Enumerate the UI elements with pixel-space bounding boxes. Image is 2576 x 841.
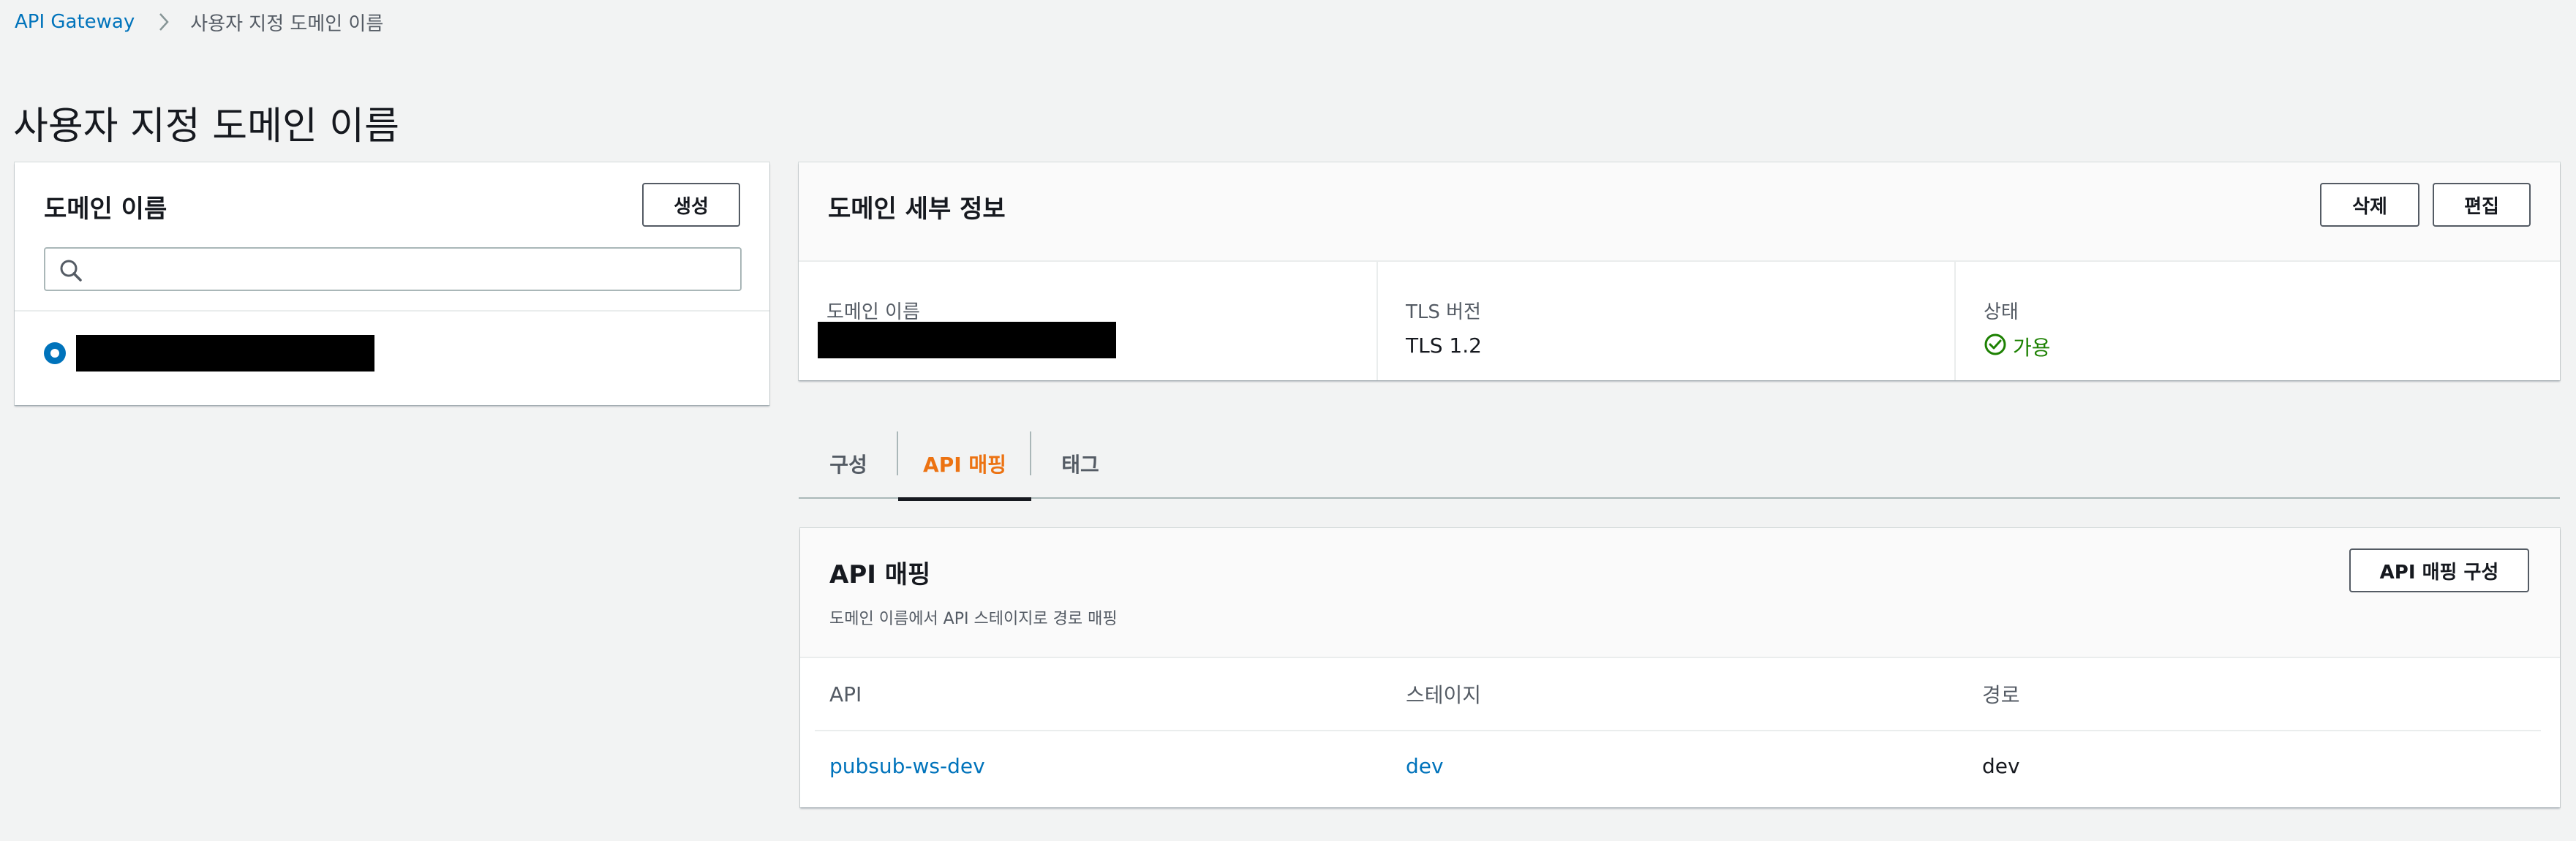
breadcrumb-link-api-gateway[interactable]: API Gateway [15, 11, 135, 33]
radio-dot [50, 349, 59, 358]
redacted-domain-name[interactable] [76, 335, 374, 372]
redacted-domain-value [818, 322, 1116, 358]
breadcrumb: API Gateway 사용자 지정 도메인 이름 [15, 7, 383, 37]
domain-list-panel: 도메인 이름 생성 [15, 162, 769, 405]
api-mapping-panel: API 매핑 도메인 이름에서 API 스테이지로 경로 매핑 API 매핑 구… [800, 528, 2560, 807]
check-circle-icon [1984, 333, 2007, 361]
column-header-path: 경로 [1982, 683, 2020, 707]
configure-api-mapping-button[interactable]: API 매핑 구성 [2349, 548, 2529, 592]
status-text: 가용 [2013, 336, 2051, 360]
api-link[interactable]: pubsub-ws-dev [829, 731, 985, 800]
api-mapping-title: API 매핑 [829, 560, 931, 589]
table-row: pubsub-ws-dev dev dev [815, 731, 2541, 800]
edit-button[interactable]: 편집 [2433, 183, 2531, 227]
stage-link[interactable]: dev [1406, 731, 1444, 800]
tab-bar: 구성 API 매핑 태그 [799, 429, 2560, 501]
tab-api-mapping[interactable]: API 매핑 [898, 429, 1031, 501]
tls-value: TLS 1.2 [1406, 333, 1482, 358]
api-mapping-description: 도메인 이름에서 API 스테이지로 경로 매핑 [829, 610, 1118, 628]
status-label: 상태 [1984, 301, 2019, 323]
tls-column: TLS 버전 TLS 1.2 [1376, 262, 1954, 380]
domain-details-header: 도메인 세부 정보 삭제 편집 [799, 162, 2560, 262]
tab-configuration[interactable]: 구성 [799, 429, 898, 499]
domain-name-label: 도메인 이름 [826, 301, 920, 323]
breadcrumb-current: 사용자 지정 도메인 이름 [190, 12, 384, 35]
table-header-row: API 스테이지 경로 [815, 658, 2541, 731]
column-header-stage: 스테이지 [1406, 683, 1482, 707]
chevron-right-icon [149, 11, 178, 33]
domain-search-field[interactable] [44, 247, 742, 291]
search-input[interactable] [92, 253, 728, 285]
domain-name-column: 도메인 이름 [799, 262, 1376, 380]
status-badge: 가용 [1984, 332, 2051, 361]
column-header-api: API [829, 682, 862, 706]
delete-button[interactable]: 삭제 [2320, 183, 2419, 227]
domain-radio-button[interactable] [44, 342, 66, 364]
path-value: dev [1982, 753, 2020, 778]
api-mapping-header: API 매핑 도메인 이름에서 API 스테이지로 경로 매핑 API 매핑 구… [800, 528, 2560, 658]
divider [15, 310, 769, 312]
search-icon [59, 258, 83, 283]
tab-tags[interactable]: 태그 [1031, 429, 1129, 499]
domain-details-panel: 도메인 세부 정보 삭제 편집 도메인 이름 TLS 버전 TLS 1.2 상태… [799, 162, 2560, 380]
domain-details-title: 도메인 세부 정보 [828, 195, 1006, 224]
domain-list-title: 도메인 이름 [44, 195, 167, 224]
status-column: 상태 가용 [1954, 262, 2560, 380]
page-title: 사용자 지정 도메인 이름 [13, 105, 399, 148]
create-button[interactable]: 생성 [642, 183, 740, 227]
tls-label: TLS 버전 [1406, 301, 1481, 323]
